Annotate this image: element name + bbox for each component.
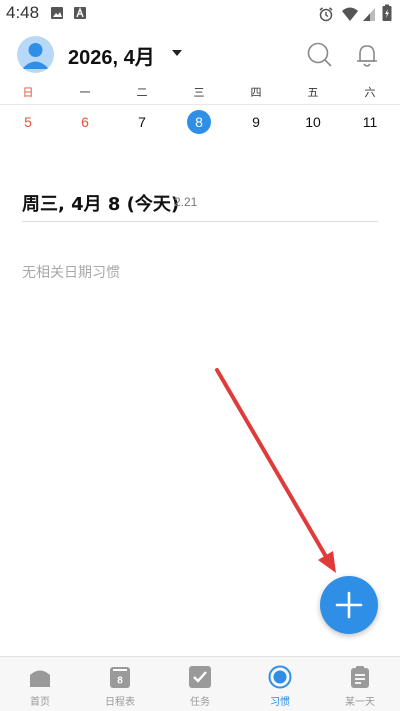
date-cell-today[interactable]: 8 bbox=[179, 108, 219, 136]
habit-target-icon bbox=[268, 665, 292, 689]
wifi-icon bbox=[342, 7, 358, 21]
battery-charging-icon bbox=[382, 4, 392, 21]
week-date-row: 5 6 7 8 9 10 11 bbox=[0, 108, 400, 136]
bottom-navigation: 首页 8 日程表 任务 习惯 某一天 bbox=[0, 656, 400, 711]
day-heading: 周三, 4月 8 (今天) bbox=[22, 194, 180, 215]
home-icon bbox=[30, 670, 50, 687]
calendar-icon: 8 bbox=[110, 667, 130, 688]
weekday-label: 四 bbox=[250, 86, 262, 99]
avatar[interactable] bbox=[17, 36, 54, 73]
app-notification-icon bbox=[74, 7, 86, 19]
chevron-down-icon[interactable] bbox=[172, 50, 182, 56]
image-notification-icon bbox=[51, 7, 63, 19]
nav-item-habits[interactable]: 习惯 bbox=[240, 657, 320, 711]
nav-item-home[interactable]: 首页 bbox=[0, 657, 80, 711]
clipboard-icon bbox=[351, 666, 369, 688]
date-cell[interactable]: 10 bbox=[293, 108, 333, 136]
user-avatar-icon bbox=[22, 43, 49, 69]
alarm-icon bbox=[319, 7, 333, 22]
weekday-label: 六 bbox=[364, 86, 376, 99]
weekday-label: 一 bbox=[79, 86, 91, 99]
date-cell[interactable]: 6 bbox=[65, 108, 105, 136]
nav-item-someday[interactable]: 某一天 bbox=[320, 657, 400, 711]
week-divider bbox=[0, 104, 400, 105]
weekday-label: 五 bbox=[307, 86, 319, 99]
weekday-header-row: 日 一 二 三 四 五 六 bbox=[0, 84, 400, 104]
status-time: 4:48 bbox=[6, 3, 40, 22]
weekday-label: 三 bbox=[193, 86, 205, 99]
bell-icon bbox=[357, 45, 377, 67]
search-button[interactable] bbox=[305, 40, 335, 70]
day-divider bbox=[22, 221, 378, 222]
task-check-icon bbox=[189, 666, 211, 688]
search-icon bbox=[307, 42, 332, 67]
date-cell[interactable]: 5 bbox=[8, 108, 48, 136]
date-cell[interactable]: 9 bbox=[236, 108, 276, 136]
plus-icon bbox=[335, 591, 363, 619]
nav-item-tasks[interactable]: 任务 bbox=[160, 657, 240, 711]
empty-habits-message: 无相关日期习惯 bbox=[22, 265, 120, 281]
weekday-label: 日 bbox=[22, 86, 34, 99]
date-cell[interactable]: 11 bbox=[350, 108, 390, 136]
add-habit-button[interactable] bbox=[320, 576, 378, 634]
weekday-label: 二 bbox=[136, 86, 148, 99]
app-header: 2026, 4月 bbox=[0, 30, 400, 80]
month-title[interactable]: 2026, 4月 bbox=[68, 41, 155, 70]
nav-item-schedule[interactable]: 8 日程表 bbox=[80, 657, 160, 711]
day-score: 2.21 bbox=[174, 195, 198, 209]
date-cell[interactable]: 7 bbox=[122, 108, 162, 136]
status-bar: 4:48 bbox=[0, 0, 400, 28]
cell-signal-icon bbox=[363, 8, 375, 21]
notifications-button[interactable] bbox=[352, 40, 382, 70]
svg-text:8: 8 bbox=[117, 676, 123, 687]
